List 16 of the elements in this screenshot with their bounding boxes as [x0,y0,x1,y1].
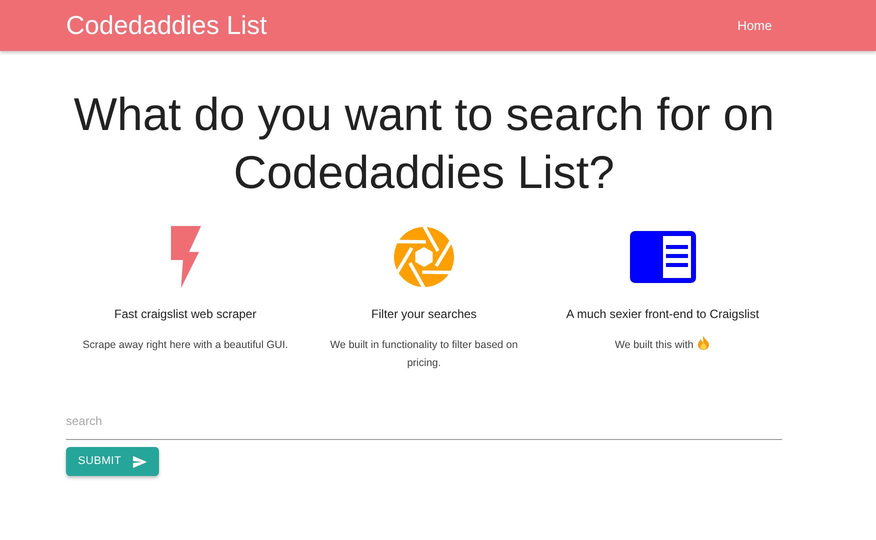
feature-title: Fast craigslist web scraper [114,306,256,323]
lightning-bolt-icon [169,226,202,288]
feature-description: We built in functionality to filter based on pricing. [329,338,519,371]
send-icon [133,456,148,468]
search-field[interactable]: search [66,402,782,440]
feature-title: Filter your searches [371,306,477,323]
sidebar-panel-icon [630,231,696,283]
aperture-icon [392,226,455,288]
nav-link[interactable]: Home [737,16,772,36]
feature-title: A much sexier front-end to Craigslist [566,306,760,323]
fire-icon [697,336,710,350]
submit-button[interactable]: SUBMIT [66,447,160,476]
feature-description: We built this with [614,336,710,354]
feature-description: Scrape away right here with a beautiful GUI. [82,338,288,353]
brand-logo[interactable]: Codedaddies List [66,6,267,45]
page-heading: What do you want to search for on Codedaddies List? [72,87,776,200]
